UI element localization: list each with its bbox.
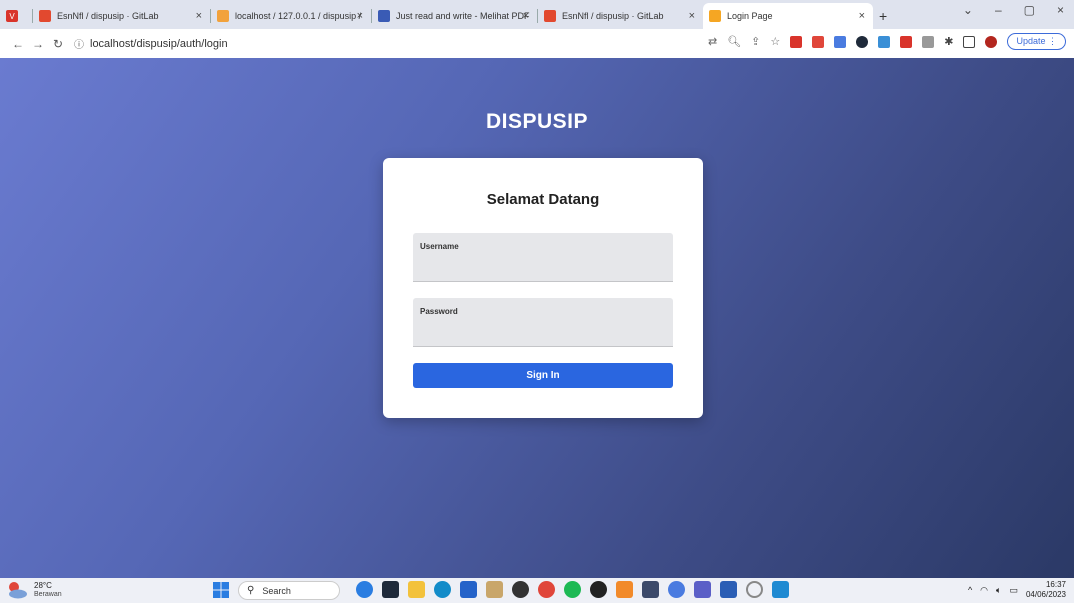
close-tab-icon[interactable]: × [689,10,695,22]
page-icon [709,10,721,22]
username-input[interactable] [420,255,666,275]
password-input[interactable] [420,320,666,340]
site-info-icon[interactable]: ⓘ [74,36,84,51]
update-button[interactable]: Update ⋮ [1007,33,1066,50]
windows-start-icon[interactable] [213,582,229,598]
tab-title: Login Page [727,11,773,21]
pdf-reader-icon [378,10,390,22]
ext-icon[interactable] [922,35,935,48]
ext-icon[interactable] [878,35,891,48]
minimize-button[interactable]: – [995,3,1002,17]
weather-desc: Berawan [34,591,62,598]
pinned-apps [356,581,789,598]
volume-icon[interactable]: 🔈︎ [996,585,1001,596]
close-window-button[interactable]: × [1057,3,1064,17]
photos-icon[interactable] [486,581,503,598]
search-icon: ⚲ [247,585,255,596]
file-manager-icon[interactable] [382,581,399,598]
tab-search-icon[interactable]: ⌄ [963,3,973,17]
back-icon[interactable]: ← [8,37,28,51]
tab-pdf[interactable]: Just read and write - Melihat PDF × [372,3,537,29]
clock-time: 16:37 [1045,580,1066,589]
bookmark-star-icon[interactable]: ☆ [770,35,780,48]
vivaldi-icon: V [6,10,18,22]
close-tab-icon[interactable]: × [523,10,529,22]
url-field[interactable]: ⓘ localhost/dispusip/auth/login [74,36,228,52]
app-icon[interactable] [590,581,607,598]
sign-in-button[interactable]: Sign In [413,363,673,388]
tab-title: EsnNfl / dispusip · GitLab [562,11,664,21]
tab-gitlab-2[interactable]: EsnNfl / dispusip · GitLab × [538,3,703,29]
password-field[interactable]: Password [413,298,673,347]
tab-phpmyadmin[interactable]: localhost / 127.0.0.1 / dispusip / × [211,3,371,29]
tray-chevron-icon[interactable]: ^ [968,585,972,595]
ext-icon[interactable] [856,35,869,48]
weather-widget[interactable]: 28°C Berawan [34,581,62,599]
store-icon[interactable] [460,581,477,598]
phpmyadmin-icon [217,10,229,22]
close-tab-icon[interactable]: × [196,10,202,22]
search-placeholder: Search [262,585,291,596]
spotify-icon[interactable] [564,581,581,598]
teams-icon[interactable] [694,581,711,598]
extensions-puzzle-icon[interactable]: ✱ [944,35,953,48]
tab-gitlab-1[interactable]: EsnNfl / dispusip · GitLab × [33,3,210,29]
xampp-icon[interactable] [616,581,633,598]
ext-icon[interactable] [900,35,913,48]
forward-icon[interactable]: → [28,37,48,51]
brand-title: DISPUSIP [485,110,589,133]
extension-toolbar: ⇄ 🔍︎ ⇪ ☆ ✱ Update ⋮ [708,33,1066,50]
edge-icon[interactable] [434,581,451,598]
word-icon[interactable] [720,581,737,598]
tab-title: EsnNfl / dispusip · GitLab [57,11,159,21]
update-label: Update [1016,36,1046,46]
tab-title: Just read and write - Melihat PDF [396,11,530,21]
vscode-icon[interactable] [772,581,789,598]
close-tab-icon[interactable]: × [357,10,363,22]
reload-icon[interactable]: ↻ [48,37,68,51]
bing-icon[interactable] [356,581,373,598]
mail-ext-icon[interactable] [812,35,825,48]
chrome-icon[interactable] [538,581,555,598]
page-viewport: DISPUSIP Selamat Datang Username Passwor… [0,58,1074,578]
url-text: localhost/dispusip/auth/login [90,37,228,50]
github-icon[interactable] [512,581,529,598]
card-title: Selamat Datang [486,191,600,208]
new-tab-button[interactable]: + [879,8,887,24]
clock-date: 04/06/2023 [1025,590,1066,599]
clock[interactable]: 16:37 04/06/2023 [1026,580,1066,600]
weather-temp: 28°C [34,581,52,590]
wifi-icon[interactable]: ◠ [980,585,988,596]
gitlab-icon [39,10,51,22]
tab-strip: V EsnNfl / dispusip · GitLab × localhost… [0,3,1074,29]
taskbar: 28°C Berawan ⚲ Search ^ ◠ 🔈︎ ▭ 16:37 04/… [0,578,1074,603]
notes-icon[interactable] [642,581,659,598]
restore-button[interactable]: ▢ [1024,3,1035,17]
close-tab-icon[interactable]: × [859,10,865,22]
taskbar-search[interactable]: ⚲ Search [238,581,340,600]
window-controls: ⌄ – ▢ × [963,3,1074,17]
username-label: Username [420,242,459,251]
login-card: Selamat Datang Username Password Sign In [383,158,703,418]
side-panel-icon[interactable] [963,35,976,48]
vivaldi-ext-icon[interactable] [790,35,803,48]
tab-login-page[interactable]: Login Page × [703,3,873,29]
zoom-icon[interactable]: 🔍︎ [727,35,741,48]
smile-icon[interactable] [746,581,763,598]
browser-menu[interactable]: V [0,3,32,29]
gitlab-icon [544,10,556,22]
ext-icon[interactable] [834,35,847,48]
address-bar: ← → ↻ ⓘ localhost/dispusip/auth/login ⇄ … [0,29,1074,58]
translate-icon[interactable]: ⇄ [708,35,717,48]
chrome-alt-icon[interactable] [668,581,685,598]
avatar[interactable] [985,35,998,48]
battery-icon[interactable]: ▭ [1009,585,1018,596]
password-label: Password [420,307,458,316]
system-tray: ^ ◠ 🔈︎ ▭ 16:37 04/06/2023 [968,580,1066,600]
folder-icon[interactable] [408,581,425,598]
tab-title: localhost / 127.0.0.1 / dispusip / [235,11,362,21]
share-icon[interactable]: ⇪ [751,35,760,48]
weather-cloud-icon[interactable] [6,581,28,599]
username-field[interactable]: Username [413,233,673,282]
